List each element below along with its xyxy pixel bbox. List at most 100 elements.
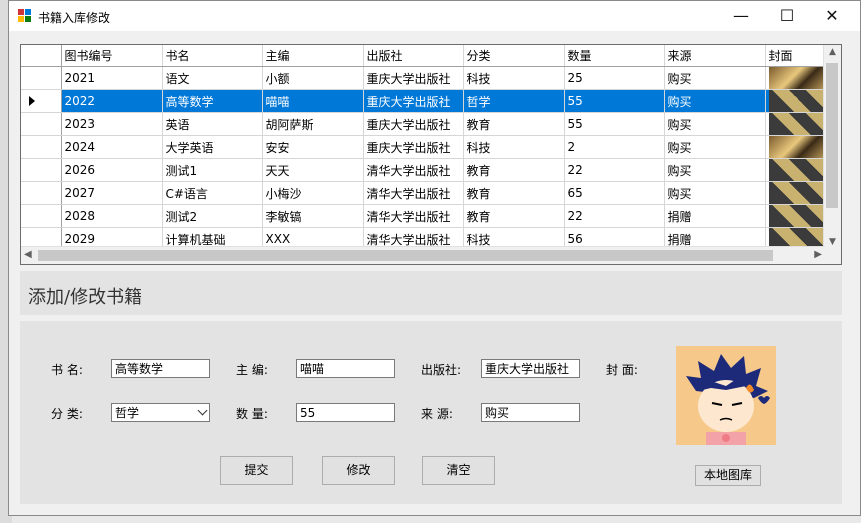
table-row[interactable]: 2023 英语 胡阿萨斯 重庆大学出版社 教育 55 购买 [21, 112, 832, 136]
cell-quantity[interactable]: 65 [564, 181, 665, 205]
column-header-name[interactable]: 书名 [162, 45, 263, 67]
cell-name[interactable]: C#语言 [162, 181, 263, 205]
cell-publisher[interactable]: 重庆大学出版社 [363, 66, 464, 90]
chevron-down-icon[interactable] [197, 405, 208, 416]
cell-editor[interactable]: 小梅沙 [262, 181, 364, 205]
submit-button[interactable]: 提交 [220, 456, 293, 485]
column-header-category[interactable]: 分类 [463, 45, 565, 67]
books-data-grid[interactable]: 图书编号 书名 主编 出版社 分类 数量 来源 封面 2021 语文 小额 重庆… [20, 44, 842, 265]
row-header[interactable] [21, 66, 62, 90]
cell-id[interactable]: 2021 [61, 66, 163, 90]
column-header-quantity[interactable]: 数量 [564, 45, 665, 67]
cell-category[interactable]: 教育 [463, 112, 565, 136]
cell-quantity[interactable]: 22 [564, 204, 665, 228]
table-row[interactable]: 2026 测试1 天天 清华大学出版社 教育 22 购买 [21, 158, 832, 182]
cell-publisher[interactable]: 清华大学出版社 [363, 204, 464, 228]
cell-source[interactable]: 购买 [664, 89, 766, 113]
cell-category[interactable]: 科技 [463, 135, 565, 159]
editor-input[interactable]: 喵喵 [296, 359, 395, 378]
cell-id[interactable]: 2027 [61, 181, 163, 205]
cell-editor[interactable]: 胡阿萨斯 [262, 112, 364, 136]
grid-horizontal-scrollbar[interactable]: ◀ ▶ [21, 246, 825, 264]
cell-quantity[interactable]: 22 [564, 158, 665, 182]
table-row[interactable]: 2027 C#语言 小梅沙 清华大学出版社 教育 65 购买 [21, 181, 832, 205]
cell-editor[interactable]: 天天 [262, 158, 364, 182]
cell-id[interactable]: 2022 [61, 89, 163, 113]
cell-source[interactable]: 购买 [664, 66, 766, 90]
name-input[interactable]: 高等数学 [111, 359, 210, 378]
cell-publisher[interactable]: 清华大学出版社 [363, 158, 464, 182]
cell-name[interactable]: 测试1 [162, 158, 263, 182]
quantity-input[interactable]: 55 [296, 403, 395, 422]
cell-publisher[interactable]: 重庆大学出版社 [363, 135, 464, 159]
cell-quantity[interactable]: 55 [564, 112, 665, 136]
cell-cover[interactable] [765, 112, 832, 136]
cell-name[interactable]: 语文 [162, 66, 263, 90]
column-header-id[interactable]: 图书编号 [61, 45, 163, 67]
scroll-left-icon[interactable]: ◀ [24, 249, 32, 260]
cell-source[interactable]: 购买 [664, 112, 766, 136]
row-header[interactable] [21, 89, 62, 113]
clear-button[interactable]: 清空 [422, 456, 495, 485]
row-header[interactable] [21, 112, 62, 136]
horizontal-scroll-thumb[interactable] [38, 250, 773, 261]
cell-id[interactable]: 2023 [61, 112, 163, 136]
cell-category[interactable]: 教育 [463, 158, 565, 182]
table-row-selected[interactable]: 2022 高等数学 喵喵 重庆大学出版社 哲学 55 购买 [21, 89, 832, 113]
table-row[interactable]: 2024 大学英语 安安 重庆大学出版社 科技 2 购买 [21, 135, 832, 159]
cell-source[interactable]: 捐赠 [664, 204, 766, 228]
cell-cover[interactable] [765, 158, 832, 182]
cell-editor[interactable]: 安安 [262, 135, 364, 159]
cell-name[interactable]: 大学英语 [162, 135, 263, 159]
cell-name[interactable]: 高等数学 [162, 89, 263, 113]
column-header-source[interactable]: 来源 [664, 45, 766, 67]
cell-category[interactable]: 哲学 [463, 89, 565, 113]
minimize-button[interactable]: — [718, 1, 764, 31]
source-input[interactable]: 购买 [481, 403, 580, 422]
cell-publisher[interactable]: 重庆大学出版社 [363, 112, 464, 136]
cell-editor[interactable]: 小额 [262, 66, 364, 90]
close-button[interactable]: ✕ [809, 1, 855, 31]
cell-quantity[interactable]: 2 [564, 135, 665, 159]
cell-name[interactable]: 英语 [162, 112, 263, 136]
cell-cover[interactable] [765, 181, 832, 205]
cell-publisher[interactable]: 清华大学出版社 [363, 181, 464, 205]
table-row[interactable]: 2028 测试2 李敏镐 清华大学出版社 教育 22 捐赠 [21, 204, 832, 228]
local-image-button[interactable]: 本地图库 [695, 465, 761, 486]
maximize-button[interactable]: ☐ [764, 1, 810, 31]
cell-source[interactable]: 购买 [664, 158, 766, 182]
column-header-cover[interactable]: 封面 [765, 45, 832, 67]
table-row[interactable]: 2021 语文 小额 重庆大学出版社 科技 25 购买 [21, 66, 832, 90]
scroll-down-icon[interactable]: ▼ [824, 237, 841, 247]
row-header[interactable] [21, 204, 62, 228]
scroll-up-icon[interactable]: ▲ [824, 47, 841, 57]
cell-quantity[interactable]: 55 [564, 89, 665, 113]
cell-quantity[interactable]: 25 [564, 66, 665, 90]
cell-editor[interactable]: 喵喵 [262, 89, 364, 113]
cell-category[interactable]: 教育 [463, 204, 565, 228]
cell-cover[interactable] [765, 204, 832, 228]
vertical-scroll-thumb[interactable] [826, 63, 838, 208]
column-header-publisher[interactable]: 出版社 [363, 45, 464, 67]
cell-name[interactable]: 测试2 [162, 204, 263, 228]
cell-cover[interactable] [765, 135, 832, 159]
cell-publisher[interactable]: 重庆大学出版社 [363, 89, 464, 113]
cell-source[interactable]: 购买 [664, 181, 766, 205]
cell-id[interactable]: 2024 [61, 135, 163, 159]
cell-category[interactable]: 教育 [463, 181, 565, 205]
category-select[interactable]: 哲学 [111, 403, 210, 422]
column-header-editor[interactable]: 主编 [262, 45, 364, 67]
cell-source[interactable]: 购买 [664, 135, 766, 159]
cell-editor[interactable]: 李敏镐 [262, 204, 364, 228]
cell-cover[interactable] [765, 89, 832, 113]
cell-id[interactable]: 2028 [61, 204, 163, 228]
row-header[interactable] [21, 135, 62, 159]
row-header[interactable] [21, 181, 62, 205]
row-header[interactable] [21, 158, 62, 182]
publisher-input[interactable]: 重庆大学出版社 [481, 359, 580, 378]
cell-category[interactable]: 科技 [463, 66, 565, 90]
scroll-right-icon[interactable]: ▶ [814, 249, 822, 260]
grid-vertical-scrollbar[interactable]: ▲ ▼ [823, 45, 841, 249]
modify-button[interactable]: 修改 [322, 456, 395, 485]
cell-id[interactable]: 2026 [61, 158, 163, 182]
